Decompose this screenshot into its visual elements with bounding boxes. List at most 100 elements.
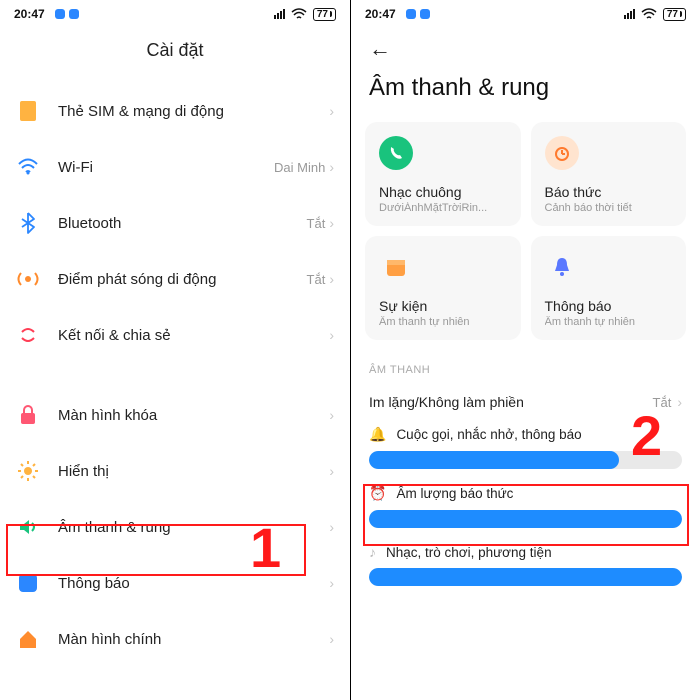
chevron-right-icon: › [329,103,334,119]
row-dnd[interactable]: Im lặng/Không làm phiền Tắt › [351,384,700,420]
page-title: Cài đặt [0,28,350,83]
card-subtitle: DướiÁnhMặtTrờiRin... [379,202,507,214]
row-label: Âm thanh & rung [58,519,329,536]
chevron-right-icon: › [329,519,334,535]
slider-track[interactable] [369,568,682,586]
card-title: Thông báo [545,298,673,314]
slider-fill [369,568,682,586]
row-label: Hiển thị [58,463,329,480]
card-title: Nhạc chuông [379,184,507,200]
row-label: Màn hình chính [58,631,329,648]
row-share[interactable]: Kết nối & chia sẻ › [16,307,334,363]
music-icon: ♪ [369,544,376,560]
wifi-icon [641,8,657,20]
row-trail: Dai Minh [274,160,325,175]
status-time: 20:47 [14,7,45,21]
row-label: Bluetooth [58,215,307,232]
bluetooth-icon [16,211,40,235]
row-bluetooth[interactable]: Bluetooth Tắt › [16,195,334,251]
card-alarm[interactable]: Báo thức Cảnh báo thời tiết [531,122,687,226]
chevron-right-icon: › [329,215,334,231]
card-title: Sự kiện [379,298,507,314]
messenger-icon [420,9,430,19]
clock-icon [545,136,579,170]
row-notif[interactable]: Thông báo › [16,555,334,611]
slider-track[interactable] [369,510,682,528]
messenger-icon [55,9,65,19]
settings-list: Thẻ SIM & mạng di động › Wi-Fi Dai Minh … [0,83,350,667]
card-subtitle: Âm thanh tự nhiên [545,316,673,328]
bell-icon [545,250,579,284]
row-hotspot[interactable]: Điểm phát sóng di động Tắt › [16,251,334,307]
slider-label: Cuộc gọi, nhắc nhở, thông báo [396,427,581,442]
row-trail: Tắt [307,272,326,287]
status-bar: 20:47 77 [0,0,350,28]
slider-label: Âm lượng báo thức [396,486,513,501]
wifi-icon [291,8,307,20]
slider-call: 🔔 Cuộc gọi, nhắc nhở, thông báo [351,420,700,479]
battery-icon: 77 [663,8,686,21]
link-icon [16,323,40,347]
brightness-icon [16,459,40,483]
phone-icon [379,136,413,170]
slider-alarm: ⏰ Âm lượng báo thức [351,479,700,538]
wifi-icon [16,155,40,179]
row-home[interactable]: Màn hình chính › [16,611,334,667]
bell-icon: 🔔 [369,426,386,443]
card-subtitle: Âm thanh tự nhiên [379,316,507,328]
slider-track[interactable] [369,451,682,469]
row-label: Thông báo [58,575,329,592]
row-trail: Tắt [653,395,672,410]
chevron-right-icon: › [329,631,334,647]
back-button[interactable]: ← [351,28,700,66]
card-noti[interactable]: Thông báo Âm thanh tự nhiên [531,236,687,340]
card-ringtone[interactable]: Nhạc chuông DướiÁnhMặtTrờiRin... [365,122,521,226]
chevron-right-icon: › [329,159,334,175]
speaker-icon [16,515,40,539]
row-trail: Tắt [307,216,326,231]
slider-label: Nhạc, trò chơi, phương tiện [386,545,552,560]
chevron-right-icon: › [329,463,334,479]
sound-pane: 20:47 77 ← Âm thanh & rung Nhạc chuông D… [350,0,700,700]
row-sound[interactable]: Âm thanh & rung › [16,499,334,555]
chevron-right-icon: › [329,407,334,423]
chevron-right-icon: › [329,271,334,287]
row-label: Thẻ SIM & mạng di động [58,103,329,120]
row-label: Wi-Fi [58,159,274,176]
settings-pane: 20:47 77 Cài đặt Thẻ SIM & mạng di động … [0,0,350,700]
page-title: Âm thanh & rung [351,66,700,122]
sound-cards: Nhạc chuông DướiÁnhMặtTrờiRin... Báo thứ… [351,122,700,340]
app-icon [16,571,40,595]
row-label: Màn hình khóa [58,407,329,424]
slider-media: ♪ Nhạc, trò chơi, phương tiện [351,538,700,596]
chevron-right-icon: › [329,327,334,343]
hotspot-icon [16,267,40,291]
clock-icon: ⏰ [369,485,386,502]
row-sim[interactable]: Thẻ SIM & mạng di động › [16,83,334,139]
row-label: Im lặng/Không làm phiền [369,394,653,410]
row-label: Điểm phát sóng di động [58,271,307,288]
row-label: Kết nối & chia sẻ [58,327,329,344]
row-lock[interactable]: Màn hình khóa › [16,387,334,443]
back-arrow-icon: ← [369,36,391,61]
section-header: ÂM THANH [351,340,700,384]
row-wifi[interactable]: Wi-Fi Dai Minh › [16,139,334,195]
lock-icon [16,403,40,427]
chevron-right-icon: › [329,575,334,591]
card-event[interactable]: Sự kiện Âm thanh tự nhiên [365,236,521,340]
sim-icon [16,99,40,123]
signal-icon [624,9,635,19]
home-icon [16,627,40,651]
card-title: Báo thức [545,184,673,200]
messenger-icon [406,9,416,19]
messenger-icon [69,9,79,19]
chevron-right-icon: › [677,394,682,410]
card-subtitle: Cảnh báo thời tiết [545,202,673,214]
row-display[interactable]: Hiển thị › [16,443,334,499]
status-bar: 20:47 77 [351,0,700,28]
status-time: 20:47 [365,7,396,21]
slider-fill [369,510,682,528]
signal-icon [274,9,285,19]
slider-fill [369,451,619,469]
battery-icon: 77 [313,8,336,21]
